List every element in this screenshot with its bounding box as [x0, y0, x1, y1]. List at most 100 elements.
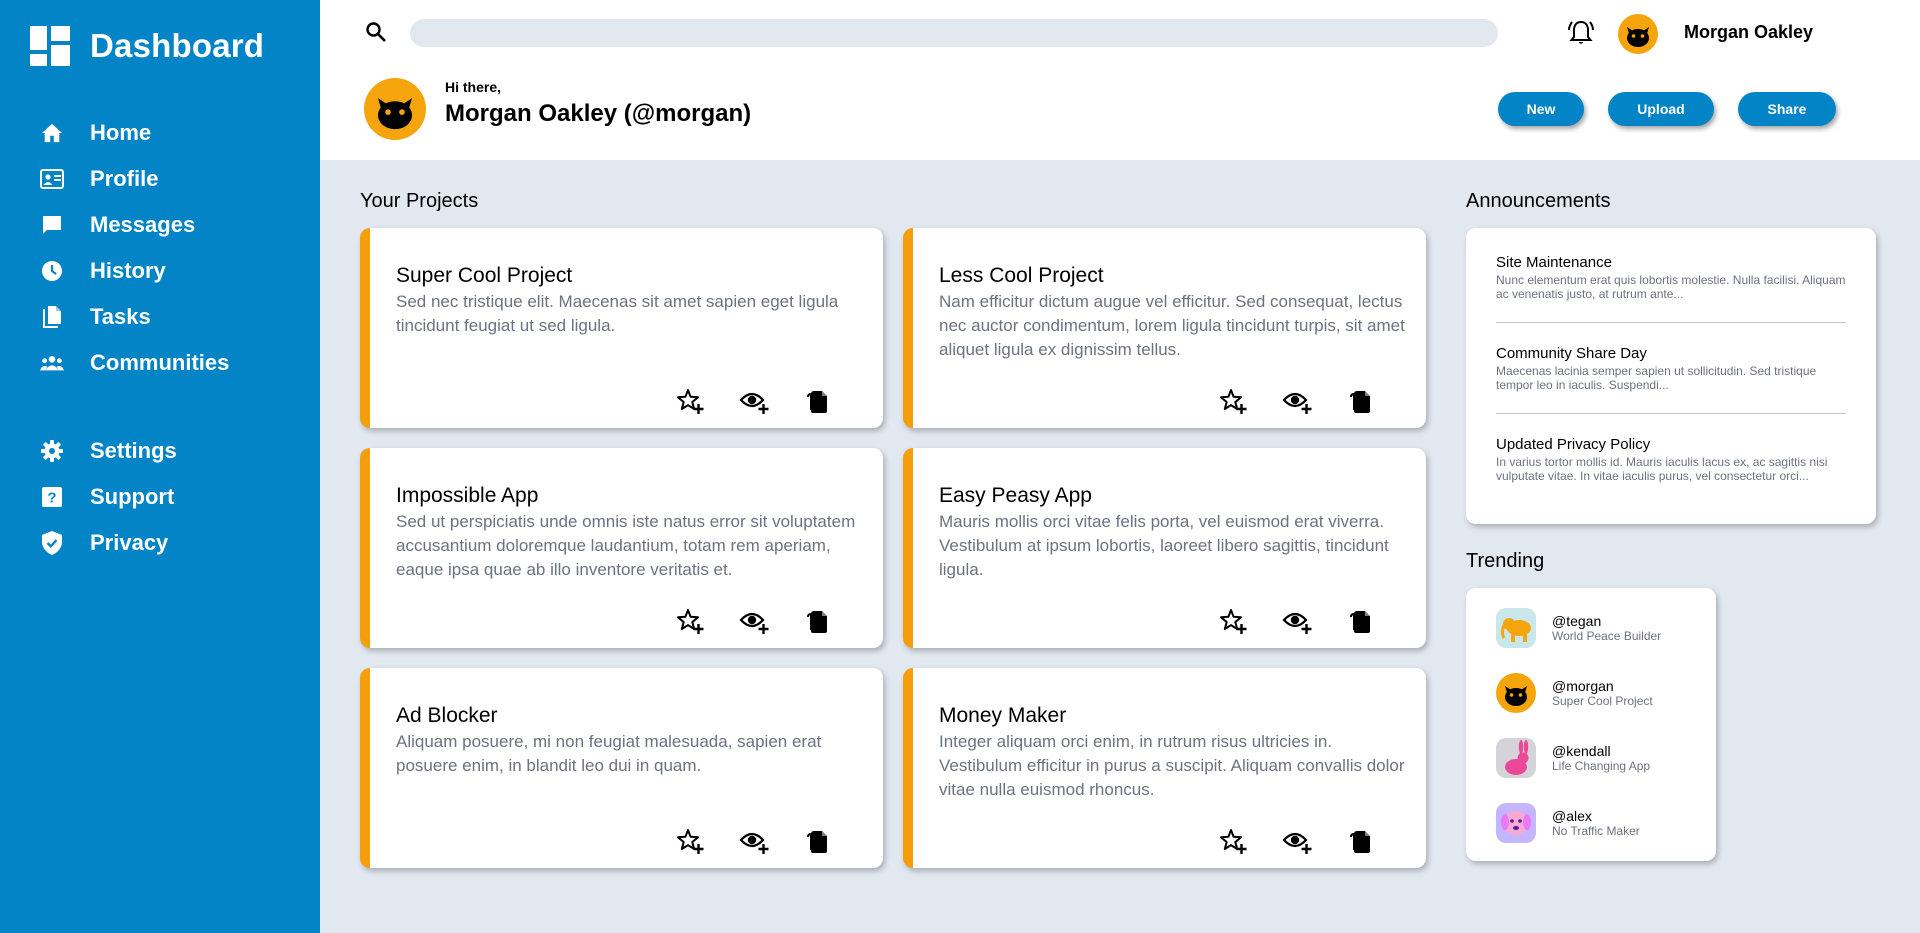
- trending-item[interactable]: @kendall Life Changing App: [1496, 738, 1650, 778]
- sidebar-item-label: Messages: [90, 212, 196, 237]
- sidebar-item-history[interactable]: History: [0, 248, 320, 294]
- sidebar-item-label: Support: [90, 484, 175, 509]
- project-description: Aliquam posuere, mi non feugiat malesuad…: [396, 732, 822, 775]
- project-description: Sed ut perspiciatis unde omnis iste natu…: [396, 512, 856, 579]
- announcement-divider: [1496, 322, 1846, 323]
- sidebar-item-label: Privacy: [90, 530, 169, 555]
- trending-item[interactable]: @morgan Super Cool Project: [1496, 673, 1653, 713]
- trending-item[interactable]: @alex No Traffic Maker: [1496, 803, 1640, 843]
- file-copy-icon[interactable]: [1346, 826, 1376, 856]
- announcement-title: Updated Privacy Policy: [1496, 436, 1651, 453]
- search-input[interactable]: [410, 19, 1498, 47]
- eye-add-icon[interactable]: [739, 826, 769, 856]
- file-copy-icon[interactable]: [1346, 386, 1376, 416]
- user-avatar[interactable]: [1618, 14, 1658, 54]
- star-add-icon[interactable]: [1218, 606, 1248, 636]
- file-copy-icon[interactable]: [803, 826, 833, 856]
- announcement-item[interactable]: Updated Privacy Policy In varius tortor …: [1496, 436, 1846, 483]
- clock-icon: [40, 259, 64, 283]
- project-card[interactable]: Super Cool Project Sed nec tristique elit…: [360, 228, 883, 428]
- announcement-divider: [1496, 413, 1846, 414]
- rabbit-avatar: [1496, 738, 1536, 778]
- sidebar-item-label: Home: [90, 120, 152, 145]
- project-actions: [675, 606, 867, 636]
- sidebar-item-support[interactable]: ? Support: [0, 474, 320, 520]
- star-add-icon[interactable]: [675, 606, 705, 636]
- sidebar-item-privacy[interactable]: Privacy: [0, 520, 320, 566]
- elephant-avatar: [1496, 608, 1536, 648]
- eye-add-icon[interactable]: [1282, 386, 1312, 416]
- announcement-body: In varius tortor mollis id. Mauris iacul…: [1496, 455, 1828, 483]
- brand[interactable]: Dashboard: [30, 26, 264, 66]
- project-card[interactable]: Less Cool Project Nam efficitur dictum au…: [903, 228, 1426, 428]
- project-title: Impossible App: [396, 484, 539, 507]
- star-add-icon[interactable]: [675, 826, 705, 856]
- trending-project: World Peace Builder: [1552, 629, 1662, 643]
- trending-project: Life Changing App: [1552, 759, 1651, 773]
- trending-handle: @kendall: [1552, 743, 1611, 759]
- project-title: Less Cool Project: [939, 264, 1104, 287]
- file-copy-icon[interactable]: [803, 386, 833, 416]
- file-copy-icon[interactable]: [1346, 606, 1376, 636]
- sidebar-nav: Home Profile Messages History Tasks Comm…: [0, 110, 320, 386]
- new-button[interactable]: New: [1498, 92, 1584, 126]
- announcement-title: Community Share Day: [1496, 345, 1647, 362]
- project-title: Money Maker: [939, 704, 1067, 727]
- eye-add-icon[interactable]: [1282, 606, 1312, 636]
- project-actions: [1218, 386, 1410, 416]
- sidebar: Dashboard Home Profile Messages History: [0, 0, 320, 933]
- people-icon: [40, 351, 64, 375]
- announcements-card: Site Maintenance Nunc elementum erat qui…: [1466, 228, 1876, 524]
- sidebar-item-label: Settings: [90, 438, 177, 463]
- eye-add-icon[interactable]: [739, 606, 769, 636]
- star-add-icon[interactable]: [1218, 826, 1248, 856]
- announcement-item[interactable]: Community Share Day Maecenas lacinia sem…: [1496, 345, 1846, 392]
- trending-card: @tegan World Peace Builder @morgan Super…: [1466, 588, 1716, 861]
- star-add-icon[interactable]: [675, 386, 705, 416]
- sidebar-item-messages[interactable]: Messages: [0, 202, 320, 248]
- star-add-icon[interactable]: [1218, 386, 1248, 416]
- project-card[interactable]: Impossible App Sed ut perspiciatis unde o…: [360, 448, 883, 648]
- search-icon[interactable]: [364, 20, 388, 44]
- announcements-title: Announcements: [1466, 190, 1611, 212]
- eye-add-icon[interactable]: [739, 386, 769, 416]
- message-icon: [40, 213, 64, 237]
- sidebar-item-home[interactable]: Home: [0, 110, 320, 156]
- trending-item[interactable]: @tegan World Peace Builder: [1496, 608, 1661, 648]
- share-button[interactable]: Share: [1738, 92, 1836, 126]
- project-description: Integer aliquam orci enim, in rutrum ris…: [939, 732, 1405, 799]
- project-description: Sed nec tristique elit. Maecenas sit ame…: [396, 292, 839, 335]
- notification-bell-icon[interactable]: [1566, 18, 1596, 48]
- trending-project: No Traffic Maker: [1552, 824, 1640, 838]
- announcement-body: Nunc elementum erat quis lobortis molest…: [1496, 273, 1846, 301]
- project-card[interactable]: Easy Peasy App Mauris mollis orci vitae f…: [903, 448, 1426, 648]
- project-actions: [675, 386, 867, 416]
- announcement-item[interactable]: Site Maintenance Nunc elementum erat qui…: [1496, 254, 1846, 301]
- sidebar-item-profile[interactable]: Profile: [0, 156, 320, 202]
- project-title: Easy Peasy App: [939, 484, 1092, 507]
- upload-button[interactable]: Upload: [1608, 92, 1714, 126]
- dashboard-logo-icon: [30, 26, 70, 66]
- file-copy-icon[interactable]: [803, 606, 833, 636]
- greeting-name: Morgan Oakley (@morgan): [445, 100, 752, 127]
- sidebar-item-settings[interactable]: Settings: [0, 428, 320, 474]
- greeting-text: Hi there,: [445, 79, 502, 95]
- profile-card-icon: [40, 167, 64, 191]
- gear-icon: [40, 439, 64, 463]
- trending-project: Super Cool Project: [1552, 694, 1653, 708]
- sidebar-item-communities[interactable]: Communities: [0, 340, 320, 386]
- trending-handle: @alex: [1552, 808, 1592, 824]
- announcement-title: Site Maintenance: [1496, 254, 1612, 271]
- project-title: Ad Blocker: [396, 704, 498, 727]
- sidebar-item-label: History: [90, 258, 166, 283]
- header-username[interactable]: Morgan Oakley: [1684, 22, 1813, 43]
- sidebar-item-label: Tasks: [90, 304, 151, 329]
- project-card[interactable]: Ad Blocker Aliquam posuere, mi non feugia…: [360, 668, 883, 868]
- eye-add-icon[interactable]: [1282, 826, 1312, 856]
- project-card[interactable]: Money Maker Integer aliquam orci enim, in…: [903, 668, 1426, 868]
- trending-handle: @tegan: [1552, 613, 1602, 629]
- brand-title: Dashboard: [90, 27, 265, 64]
- project-actions: [675, 826, 867, 856]
- announcement-body: Maecenas lacinia semper sapien ut sollic…: [1496, 364, 1817, 392]
- sidebar-item-tasks[interactable]: Tasks: [0, 294, 320, 340]
